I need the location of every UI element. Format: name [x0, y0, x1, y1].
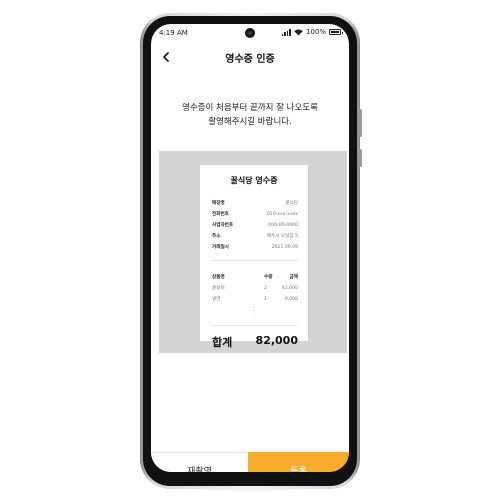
- phone-frame: 4:19 AM 100% 영수증 인증 영수증이 처음부터 끝까지 잘 나오도록…: [140, 13, 362, 489]
- instruction-line-1: 영수증이 처음부터 끝까지 잘 나오도록: [182, 103, 318, 113]
- info-value: 제주시 오일장 5: [266, 234, 298, 239]
- info-value: 000-00-0000: [268, 223, 298, 228]
- phone-bezel: 4:19 AM 100% 영수증 인증 영수증이 처음부터 끝까지 잘 나오도록…: [143, 16, 357, 486]
- info-value: 꿀식당: [285, 201, 298, 206]
- total-value: 82,000: [255, 334, 298, 347]
- item-qty: 1: [264, 297, 267, 302]
- info-label: 거래일시: [212, 245, 229, 250]
- front-camera: [245, 28, 255, 38]
- status-indicators: 100%: [281, 28, 343, 36]
- status-bar: 4:19 AM 100%: [151, 24, 349, 42]
- info-label: 사업자번호: [212, 223, 234, 228]
- receipt-divider: [210, 260, 298, 261]
- status-time: 4:19 AM: [159, 29, 188, 37]
- info-value: 010-xxx-xxxx: [266, 212, 298, 217]
- info-label: 전화번호: [212, 212, 229, 217]
- receipt-image: 꿀식당 영수증 매장명 꿀식당 전화번호 010-xxx-xxxx 사업자번호: [200, 165, 308, 349]
- receipt-photo-preview: 꿀식당 영수증 매장명 꿀식당 전화번호 010-xxx-xxxx 사업자번호: [159, 151, 347, 353]
- info-label: 주소: [212, 234, 221, 239]
- item-qty: 2: [264, 286, 267, 291]
- receipt-info-row: 사업자번호 000-00-0000: [212, 220, 298, 231]
- receipt-info-row: 주소 제주시 오일장 5: [212, 231, 298, 242]
- receipt-info: 매장명 꿀식당 전화번호 010-xxx-xxxx 사업자번호 000-00-0…: [212, 198, 298, 253]
- ellipsis-dots-icon: · · · ·: [253, 302, 255, 317]
- item-name: 꿀갈비: [212, 286, 225, 291]
- receipt-info-row: 거래일시 2021.09.09: [212, 242, 298, 253]
- item-price: 9,000: [284, 297, 298, 302]
- power-button: [359, 149, 362, 167]
- wifi-icon: [294, 28, 303, 35]
- instruction-text: 영수증이 처음부터 끝까지 잘 나오도록 촬영해주시길 바랍니다.: [151, 101, 349, 129]
- item-price: 42,000: [281, 286, 298, 291]
- volume-button: [359, 109, 362, 137]
- bottom-action-bar: 재촬영 등록: [151, 452, 349, 472]
- receipt-divider: [210, 325, 298, 326]
- column-header-item: 상품명: [212, 275, 225, 280]
- signal-icon: [281, 28, 291, 36]
- receipt-title: 꿀식당 영수증: [230, 176, 278, 185]
- battery-icon: [329, 29, 343, 35]
- receipt-items-header: 상품명 수량 금액: [212, 272, 298, 283]
- app-bar: 영수증 인증: [151, 44, 349, 72]
- receipt-item-row: 꿀갈비 2 42,000: [212, 283, 298, 294]
- column-header-price: 금액: [289, 275, 298, 280]
- info-label: 매장명: [212, 201, 225, 206]
- column-header-qty: 수량: [264, 275, 273, 280]
- instruction-line-2: 촬영해주시길 바랍니다.: [208, 117, 292, 127]
- phone-screen: 4:19 AM 100% 영수증 인증 영수증이 처음부터 끝까지 잘 나오도록…: [151, 24, 349, 472]
- receipt-info-row: 전화번호 010-xxx-xxxx: [212, 209, 298, 220]
- register-button[interactable]: 등록: [248, 452, 349, 472]
- receipt-info-row: 매장명 꿀식당: [212, 198, 298, 209]
- info-value: 2021.09.09: [271, 245, 298, 250]
- battery-percent: 100%: [305, 28, 326, 36]
- receipt-items: 상품명 수량 금액 꿀갈비 2 42,000 냉면 1 9,000: [212, 272, 298, 305]
- page-title: 영수증 인증: [225, 54, 275, 65]
- item-name: 냉면: [212, 297, 221, 302]
- total-label: 합계: [212, 336, 233, 349]
- retake-button[interactable]: 재촬영: [151, 452, 249, 472]
